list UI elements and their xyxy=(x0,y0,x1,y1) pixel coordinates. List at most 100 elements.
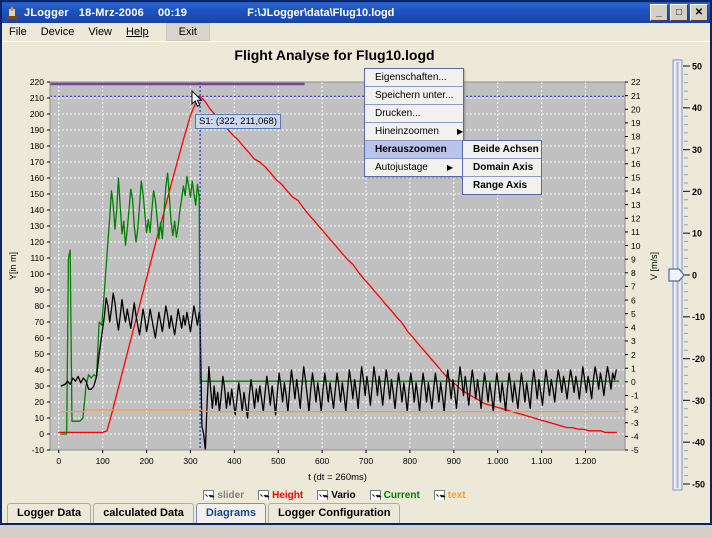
context-menu-item-herauszoomen[interactable]: Herauszoomen ▶ xyxy=(365,141,471,159)
tab-calculated-data[interactable]: calculated Data xyxy=(93,503,194,523)
legend-item-slider[interactable]: slider xyxy=(203,489,245,501)
submenu-item-domain-axis[interactable]: Domain Axis xyxy=(463,159,541,177)
svg-text:50: 50 xyxy=(692,61,702,71)
context-menu-item-eigenschaften[interactable]: Eigenschaften... xyxy=(365,69,463,87)
svg-text:0: 0 xyxy=(56,456,61,466)
legend-item-vario[interactable]: Vario xyxy=(317,489,356,501)
svg-text:-50: -50 xyxy=(692,479,705,489)
menu-item-file[interactable]: File xyxy=(2,24,34,40)
svg-text:500: 500 xyxy=(271,456,285,466)
svg-text:200: 200 xyxy=(139,456,153,466)
svg-text:210: 210 xyxy=(30,93,44,103)
svg-text:t (dt = 260ms): t (dt = 260ms) xyxy=(308,472,367,483)
svg-text:120: 120 xyxy=(30,237,44,247)
menu-bar: File Device View Help Exit xyxy=(2,23,710,41)
tab-logger-data[interactable]: Logger Data xyxy=(7,503,92,523)
svg-text:-2: -2 xyxy=(631,404,639,414)
svg-text:30: 30 xyxy=(692,145,702,155)
svg-text:20: 20 xyxy=(35,397,45,407)
svg-text:0: 0 xyxy=(631,377,636,387)
context-menu-item-drucken[interactable]: Drucken... xyxy=(365,105,463,123)
svg-text:13: 13 xyxy=(631,200,641,210)
svg-text:Y[in m]: Y[in m] xyxy=(8,252,18,280)
chart-context-menu[interactable]: Eigenschaften... Speichern unter... Druc… xyxy=(364,68,471,177)
svg-text:50: 50 xyxy=(35,349,45,359)
svg-text:22: 22 xyxy=(631,77,641,87)
zoom-out-submenu[interactable]: Beide Achsen Domain Axis Range Axis xyxy=(462,140,542,195)
submenu-label: Beide Achsen xyxy=(473,144,539,155)
tab-logger-configuration[interactable]: Logger Configuration xyxy=(268,503,401,523)
svg-text:-10: -10 xyxy=(32,445,45,455)
maximize-icon[interactable]: □ xyxy=(670,4,688,21)
legend-item-text[interactable]: text xyxy=(433,489,466,501)
svg-text:700: 700 xyxy=(359,456,373,466)
context-menu-label: Drucken... xyxy=(375,108,421,119)
legend-checkbox-slider[interactable] xyxy=(203,489,215,501)
menu-item-view[interactable]: View xyxy=(81,24,119,40)
legend-label-slider: slider xyxy=(217,489,245,501)
window-file-path: F:\JLogger\data\Flug10.logd xyxy=(247,6,395,19)
legend-item-current[interactable]: Current xyxy=(369,489,420,501)
chart-area[interactable]: -10 0 10 20 30 40 50 60 70 80 90 100 110 120 130 140 150… xyxy=(2,68,667,538)
window-date: 18-Mrz-2006 xyxy=(78,6,144,19)
menu-item-device[interactable]: Device xyxy=(34,24,82,40)
submenu-item-beide-achsen[interactable]: Beide Achsen xyxy=(463,141,541,159)
svg-text:110: 110 xyxy=(30,253,44,263)
value-slider[interactable]: 50 40 30 20 10 0 -10 -20 -30 -40 -50 xyxy=(667,48,710,503)
menu-item-help[interactable]: Help xyxy=(119,24,156,40)
svg-text:21: 21 xyxy=(631,91,641,101)
svg-text:-10: -10 xyxy=(692,312,705,322)
svg-text:1.100: 1.100 xyxy=(531,456,553,466)
context-menu-item-hineinzoomen[interactable]: Hineinzoomen ▶ xyxy=(365,123,463,141)
svg-text:2: 2 xyxy=(631,350,636,360)
svg-text:10: 10 xyxy=(35,413,45,423)
svg-text:800: 800 xyxy=(403,456,417,466)
svg-text:200: 200 xyxy=(30,109,44,119)
svg-text:V [m/s]: V [m/s] xyxy=(649,252,659,280)
value-slider-track[interactable]: 50 40 30 20 10 0 -10 -20 -30 -40 -50 xyxy=(667,48,710,503)
svg-text:17: 17 xyxy=(631,145,641,155)
context-menu-label: Speichern unter... xyxy=(375,90,454,101)
svg-text:70: 70 xyxy=(35,317,45,327)
svg-text:180: 180 xyxy=(30,141,44,151)
svg-text:130: 130 xyxy=(30,221,44,231)
svg-text:900: 900 xyxy=(447,456,461,466)
legend-item-height[interactable]: Height xyxy=(258,489,303,501)
svg-text:160: 160 xyxy=(30,173,44,183)
context-menu-label: Hineinzoomen xyxy=(375,126,439,137)
chevron-right-icon: ▶ xyxy=(446,162,453,172)
flight-chart[interactable]: -100102030405060708090100110120130140150… xyxy=(2,68,667,508)
svg-text:190: 190 xyxy=(30,125,44,135)
svg-text:300: 300 xyxy=(183,456,197,466)
context-menu-item-autojustage[interactable]: Autojustage ▶ xyxy=(365,159,463,176)
legend-checkbox-vario[interactable] xyxy=(317,489,329,501)
svg-text:6: 6 xyxy=(631,295,636,305)
svg-text:90: 90 xyxy=(35,285,45,295)
svg-text:10: 10 xyxy=(631,241,641,251)
context-menu-label: Herauszoomen xyxy=(375,144,447,155)
context-menu-item-speichern-unter[interactable]: Speichern unter... xyxy=(365,87,463,105)
legend-checkbox-height[interactable] xyxy=(258,489,270,501)
data-point-tooltip: S1: (322, 211,068) xyxy=(195,114,281,129)
jlogger-icon xyxy=(4,5,20,21)
svg-text:-4: -4 xyxy=(631,432,639,442)
legend-label-text: text xyxy=(447,489,466,501)
exit-button[interactable]: Exit xyxy=(165,23,210,41)
svg-text:11: 11 xyxy=(631,227,640,237)
svg-text:7: 7 xyxy=(631,282,636,292)
legend-checkbox-current[interactable] xyxy=(369,489,381,501)
submenu-label: Domain Axis xyxy=(473,162,534,173)
svg-text:60: 60 xyxy=(35,333,45,343)
svg-text:0: 0 xyxy=(39,429,44,439)
close-icon[interactable]: ✕ xyxy=(690,4,708,21)
svg-text:-40: -40 xyxy=(692,438,705,448)
submenu-item-range-axis[interactable]: Range Axis xyxy=(463,177,541,194)
svg-text:16: 16 xyxy=(631,159,641,169)
legend-label-vario: Vario xyxy=(331,489,356,501)
minimize-icon[interactable]: _ xyxy=(650,4,668,21)
tab-diagrams[interactable]: Diagrams xyxy=(195,503,267,523)
svg-text:8: 8 xyxy=(631,268,636,278)
svg-text:600: 600 xyxy=(315,456,329,466)
legend-checkbox-text[interactable] xyxy=(433,489,445,501)
application-window: JLogger 18-Mrz-2006 00:19 F:\JLogger\dat… xyxy=(0,0,712,525)
